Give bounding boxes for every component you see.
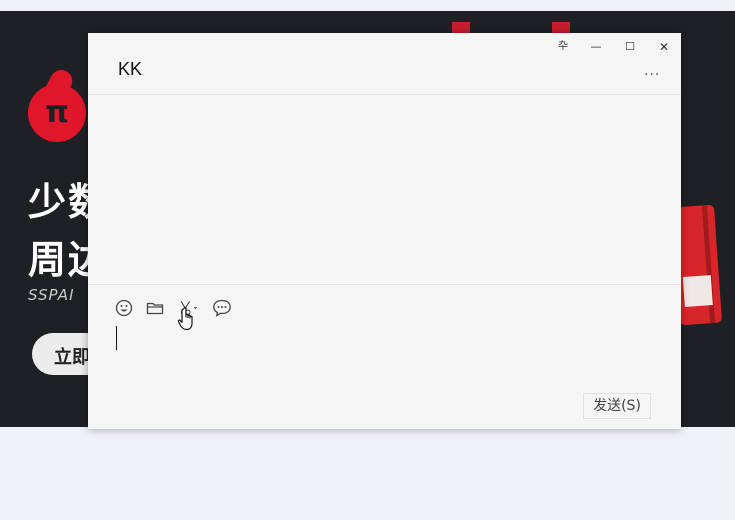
send-button[interactable]: 发送(S)	[583, 393, 651, 419]
chat-title: KK	[118, 59, 143, 79]
chat-bubble-icon[interactable]	[211, 297, 233, 319]
message-input[interactable]	[108, 321, 664, 381]
maximize-icon[interactable]: ☐	[619, 37, 641, 57]
folder-icon[interactable]	[144, 297, 166, 319]
notebook-label	[682, 275, 713, 307]
message-history[interactable]	[88, 95, 681, 284]
emoji-icon[interactable]	[113, 297, 135, 319]
text-caret	[116, 326, 117, 350]
minimize-icon[interactable]: —	[585, 37, 607, 57]
pin-icon[interactable]: 卆	[552, 37, 574, 57]
logo-glyph: π	[45, 95, 69, 130]
more-options-button[interactable]: ...	[644, 63, 660, 79]
toolbar-divider	[88, 284, 681, 285]
page-bottom-area	[0, 427, 735, 520]
banner-brand: SSPAI	[28, 286, 75, 304]
close-icon[interactable]: ✕	[653, 37, 675, 57]
page-top-strip	[0, 0, 735, 11]
chat-window: 卆 — ☐ ✕ KK ... 发送(S)	[88, 33, 681, 429]
